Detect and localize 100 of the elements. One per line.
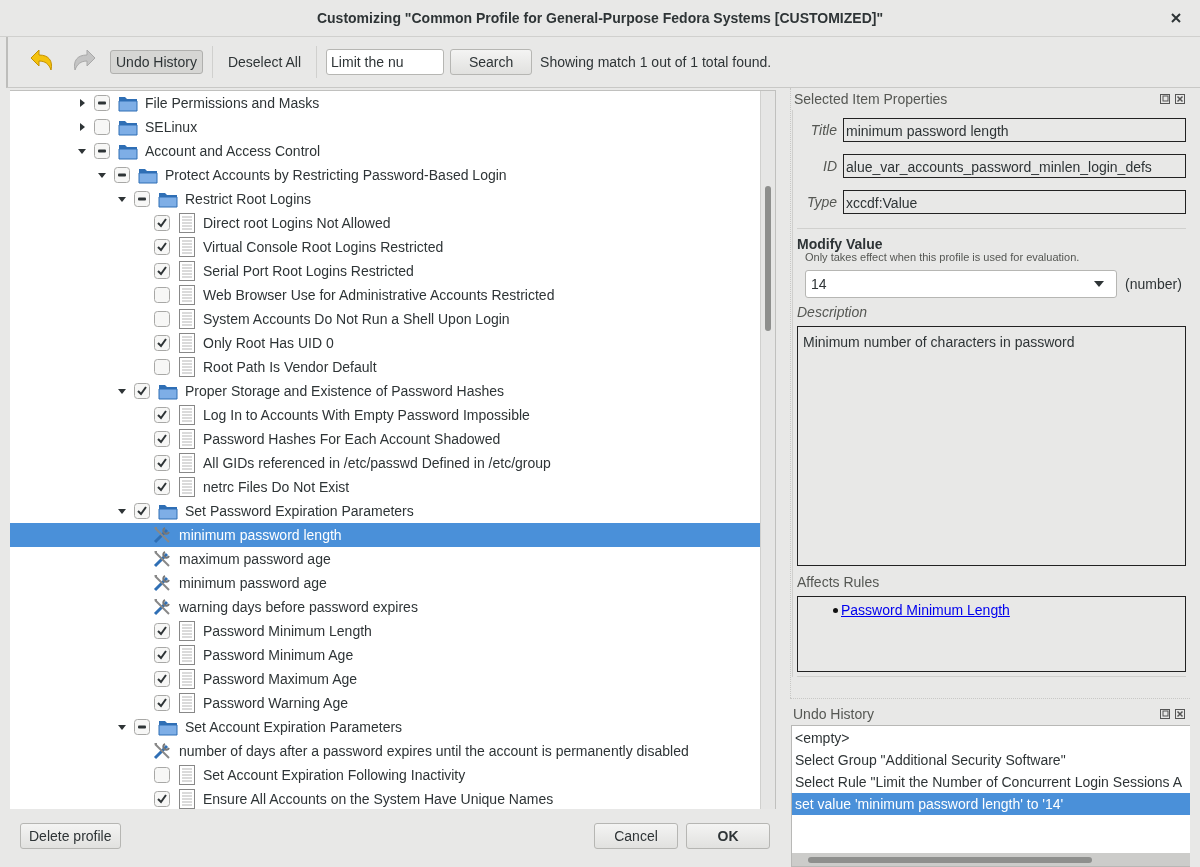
checkbox[interactable] (154, 287, 170, 303)
tree-row[interactable]: Web Browser Use for Administrative Accounts Restricted (10, 283, 760, 307)
checkbox[interactable] (154, 335, 170, 351)
scrollbar-thumb[interactable] (765, 186, 771, 331)
tree-row[interactable]: Password Maximum Age (10, 667, 760, 691)
close-icon[interactable] (1175, 94, 1185, 104)
tree-row[interactable]: Password Warning Age (10, 691, 760, 715)
ok-button[interactable]: OK (686, 823, 770, 849)
tree-row[interactable]: Only Root Has UID 0 (10, 331, 760, 355)
checkbox[interactable] (154, 791, 170, 807)
document-icon (178, 477, 196, 497)
undo-history-toggle[interactable]: Undo History (110, 50, 203, 74)
folder-icon (138, 166, 158, 184)
expander-icon[interactable] (77, 122, 87, 132)
expander-icon[interactable] (77, 98, 87, 108)
cancel-button[interactable]: Cancel (594, 823, 678, 849)
checkbox[interactable] (154, 239, 170, 255)
scrollbar-thumb[interactable] (808, 857, 1092, 863)
tree-row[interactable]: File Permissions and Masks (10, 91, 760, 115)
delete-profile-button[interactable]: Delete profile (20, 823, 121, 849)
tree-row[interactable]: Ensure All Accounts on the System Have Unique Names (10, 787, 760, 809)
tree-row[interactable]: Set Password Expiration Parameters (10, 499, 760, 523)
tree-row[interactable]: minimum password age (10, 571, 760, 595)
tree-row[interactable]: Virtual Console Root Logins Restricted (10, 235, 760, 259)
property-field: alue_var_accounts_password_minlen_login_defs (843, 154, 1186, 178)
tree-row[interactable]: Password Minimum Age (10, 643, 760, 667)
document-icon (178, 285, 196, 305)
checkbox[interactable] (154, 479, 170, 495)
tree-row[interactable]: Set Account Expiration Parameters (10, 715, 760, 739)
tree-row[interactable]: Log In to Accounts With Empty Password Impossible (10, 403, 760, 427)
checkbox[interactable] (134, 503, 150, 519)
tree-row[interactable]: Direct root Logins Not Allowed (10, 211, 760, 235)
float-icon[interactable] (1160, 94, 1170, 104)
checkbox[interactable] (154, 455, 170, 471)
checkbox[interactable] (94, 119, 110, 135)
tree-row[interactable]: netrc Files Do Not Exist (10, 475, 760, 499)
folder-icon (118, 142, 138, 160)
search-status: Showing match 1 out of 1 total found. (540, 54, 772, 70)
search-button[interactable]: Search (450, 49, 533, 75)
close-icon[interactable] (1170, 12, 1182, 24)
checkbox[interactable] (154, 431, 170, 447)
tree-row[interactable]: System Accounts Do Not Run a Shell Upon Login (10, 307, 760, 331)
float-icon[interactable] (1160, 709, 1170, 719)
checkbox[interactable] (154, 359, 170, 375)
checkbox[interactable] (154, 263, 170, 279)
history-item[interactable]: <empty> (792, 727, 1190, 749)
folder-icon (118, 94, 138, 112)
tree-row[interactable]: Restrict Root Logins (10, 187, 760, 211)
folder-icon (158, 190, 178, 208)
close-icon[interactable] (1175, 709, 1185, 719)
checkbox[interactable] (154, 767, 170, 783)
hint-text: Only takes effect when this profile is used for evaluation. (805, 251, 1081, 263)
tree-row[interactable]: Password Minimum Length (10, 619, 760, 643)
panel-title: Selected Item Properties (794, 91, 948, 107)
checkbox[interactable] (114, 167, 130, 183)
tree-row[interactable]: Set Account Expiration Following Inactivity (10, 763, 760, 787)
checkbox[interactable] (154, 407, 170, 423)
tree-row[interactable]: number of days after a password expires until the account is permanently disabled (10, 739, 760, 763)
description-box: Minimum number of characters in password (797, 326, 1186, 566)
checkbox[interactable] (154, 215, 170, 231)
tree-row[interactable]: Root Path Is Vendor Default (10, 355, 760, 379)
expander-icon[interactable] (117, 506, 127, 516)
checkbox[interactable] (154, 647, 170, 663)
search-field[interactable]: Limit the nu (326, 49, 445, 75)
rule-link[interactable]: Password Minimum Length (841, 602, 1010, 618)
caret-icon[interactable] (1094, 281, 1104, 287)
panel-title: Undo History (793, 706, 874, 722)
value-combobox[interactable]: 14 (805, 270, 1117, 298)
deselect-all-button[interactable]: Deselect All (221, 50, 308, 74)
tree-row[interactable]: maximum password age (10, 547, 760, 571)
tree-row[interactable]: Proper Storage and Existence of Password Hashes (10, 379, 760, 403)
tree-row[interactable]: Account and Access Control (10, 139, 760, 163)
checkbox[interactable] (154, 311, 170, 327)
history-item[interactable]: Select Group "Additional Security Software" (792, 749, 1190, 771)
expander-icon[interactable] (117, 386, 127, 396)
tree-row[interactable]: Protect Accounts by Restricting Password-Based Login (10, 163, 760, 187)
tree-row[interactable]: SELinux (10, 115, 760, 139)
tree-row[interactable]: warning days before password expires (10, 595, 760, 619)
checkbox[interactable] (134, 719, 150, 735)
checkbox[interactable] (134, 383, 150, 399)
checkbox[interactable] (154, 671, 170, 687)
checkbox[interactable] (94, 95, 110, 111)
checkbox[interactable] (154, 623, 170, 639)
checkbox[interactable] (94, 143, 110, 159)
tree-row[interactable]: Serial Port Root Logins Restricted (10, 259, 760, 283)
checkbox[interactable] (134, 191, 150, 207)
property-field: minimum password length (843, 118, 1186, 142)
document-icon (178, 309, 196, 329)
expander-icon[interactable] (97, 170, 107, 180)
section-heading: Modify Value (797, 237, 884, 251)
checkbox[interactable] (154, 695, 170, 711)
expander-icon[interactable] (117, 722, 127, 732)
tree-row[interactable]: Password Hashes For Each Account Shadowed (10, 427, 760, 451)
expander-icon[interactable] (77, 146, 87, 156)
expander-icon[interactable] (117, 194, 127, 204)
tools-icon (152, 741, 172, 761)
tools-icon (152, 573, 172, 593)
field-label: Title (809, 122, 838, 138)
history-item[interactable]: Select Rule "Limit the Number of Concurrent Login Sessions A (792, 771, 1190, 793)
tree-row[interactable]: All GIDs referenced in /etc/passwd Defined in /etc/group (10, 451, 760, 475)
